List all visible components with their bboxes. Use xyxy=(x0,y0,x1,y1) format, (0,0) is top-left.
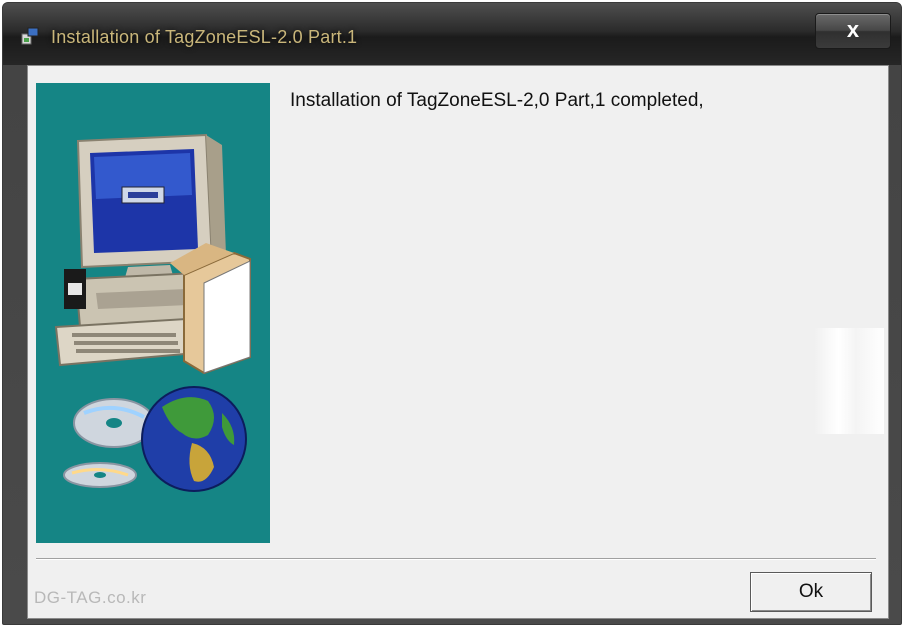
ok-button[interactable]: Ok xyxy=(750,572,872,612)
cd-illustration xyxy=(63,398,155,488)
side-illustration-panel xyxy=(36,83,270,543)
installer-dialog: Installation of TagZoneESL-2.0 Part.1 x xyxy=(2,2,902,625)
computer-cd-globe-illustration xyxy=(54,133,251,492)
computer-base-illustration xyxy=(54,269,206,367)
close-icon: x xyxy=(846,17,860,42)
window-title: Installation of TagZoneESL-2.0 Part.1 xyxy=(51,27,358,47)
title-bar[interactable]: Installation of TagZoneESL-2.0 Part.1 x xyxy=(3,3,901,65)
brand-label: DG-TAG.co.kr xyxy=(34,588,147,607)
dialog-body: Installation of TagZoneESL-2,0 Part,1 co… xyxy=(27,65,889,619)
close-button[interactable]: x xyxy=(815,13,891,49)
globe-illustration xyxy=(141,386,247,492)
footer-separator xyxy=(36,558,876,560)
completion-message: Installation of TagZoneESL-2,0 Part,1 co… xyxy=(290,90,704,111)
background-artifact xyxy=(814,328,884,434)
installer-icon xyxy=(21,27,39,45)
